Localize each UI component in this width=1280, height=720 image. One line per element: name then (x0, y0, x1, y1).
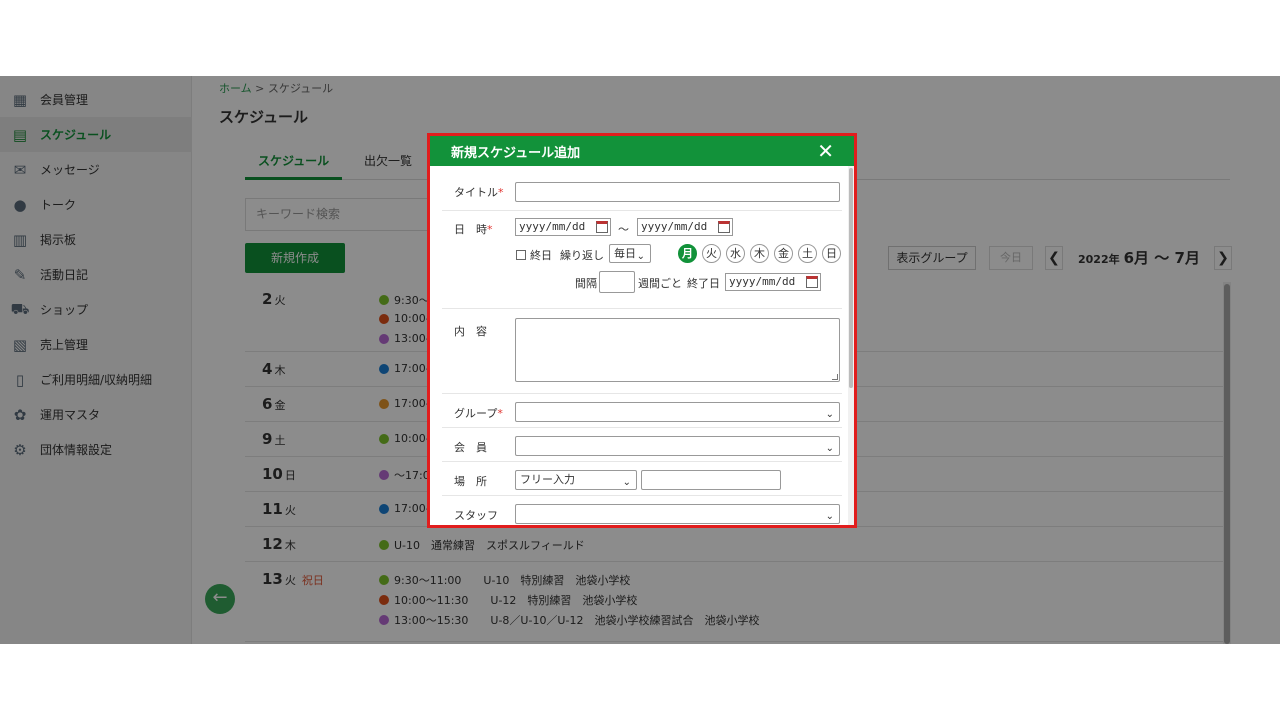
staff-label: スタッフ (454, 509, 498, 522)
repeat-select[interactable]: 毎日 ⌄ (609, 244, 651, 263)
calendar-icon[interactable] (806, 276, 818, 288)
weekday-toggle[interactable]: 木 (750, 244, 769, 263)
weekly-label: 週間ごと (638, 277, 682, 290)
weekday-toggle[interactable]: 水 (726, 244, 745, 263)
datetime-label: 日 時* (454, 223, 493, 236)
content-row: 内 容 (442, 309, 842, 394)
place-row: 場 所 フリー入力 ⌄ (442, 462, 842, 496)
new-schedule-dialog: 新規スケジュール追加 ✕ タイトル* 日 時* yyyy/mm/dd 〜 yyy… (430, 136, 854, 525)
weekday-toggle[interactable]: 月 (678, 244, 697, 263)
app-window: ▦ 会員管理 ▤ スケジュール ✉ メッセージ ● トーク ▥ 掲示板 ✎ 活動日記 ⛟ ショップ ▧ 売上管… (0, 76, 1280, 644)
chevron-down-icon: ⌄ (825, 443, 834, 454)
required-mark: * (498, 186, 504, 199)
weekday-toggle[interactable]: 火 (702, 244, 721, 263)
dialog-header: 新規スケジュール追加 ✕ (430, 136, 854, 166)
allday-checkbox[interactable] (516, 250, 526, 260)
interval-label: 間隔 (575, 277, 597, 290)
calendar-icon[interactable] (596, 221, 608, 233)
dialog-title: 新規スケジュール追加 (451, 146, 581, 161)
group-row: グループ* ⌄ (442, 394, 842, 428)
staff-select[interactable]: ⌄ (515, 504, 840, 524)
interval-input[interactable] (599, 271, 635, 293)
end-date-label: 終了日 (687, 277, 720, 290)
allday-label: 終日 (530, 249, 552, 262)
member-row: 会 員 ⌄ (442, 428, 842, 462)
resize-handle-icon[interactable] (832, 374, 838, 380)
chevron-down-icon: ⌄ (622, 477, 631, 488)
place-mode-select[interactable]: フリー入力 ⌄ (515, 470, 637, 490)
repeat-end-date-input[interactable]: yyyy/mm/dd (725, 273, 821, 291)
start-date-input[interactable]: yyyy/mm/dd (515, 218, 611, 236)
title-input[interactable] (515, 182, 840, 202)
member-label: 会 員 (454, 441, 487, 454)
datetime-row: 日 時* yyyy/mm/dd 〜 yyyy/mm/dd 終日 繰り返し 毎日 ⌄… (442, 211, 842, 309)
member-select[interactable]: ⌄ (515, 436, 840, 456)
weekday-toggle[interactable]: 金 (774, 244, 793, 263)
staff-row: スタッフ ⌄ (442, 496, 842, 525)
group-select[interactable]: ⌄ (515, 402, 840, 422)
weekday-toggle[interactable]: 日 (822, 244, 841, 263)
range-tilde: 〜 (618, 223, 629, 236)
place-label: 場 所 (454, 475, 487, 488)
chevron-down-icon: ⌄ (825, 409, 834, 420)
content-label: 内 容 (454, 325, 487, 338)
weekday-toggle[interactable]: 土 (798, 244, 817, 263)
dialog-scrollbar-thumb[interactable] (849, 168, 853, 388)
chevron-down-icon: ⌄ (825, 511, 834, 522)
content-textarea[interactable] (515, 318, 840, 382)
title-row: タイトル* (442, 166, 842, 211)
place-input[interactable] (641, 470, 781, 490)
repeat-label: 繰り返し (560, 249, 604, 262)
calendar-icon[interactable] (718, 221, 730, 233)
close-icon[interactable]: ✕ (817, 139, 834, 163)
end-date-input[interactable]: yyyy/mm/dd (637, 218, 733, 236)
group-label: グループ* (454, 407, 503, 420)
chevron-down-icon: ⌄ (636, 251, 645, 262)
title-label: タイトル* (454, 186, 504, 199)
